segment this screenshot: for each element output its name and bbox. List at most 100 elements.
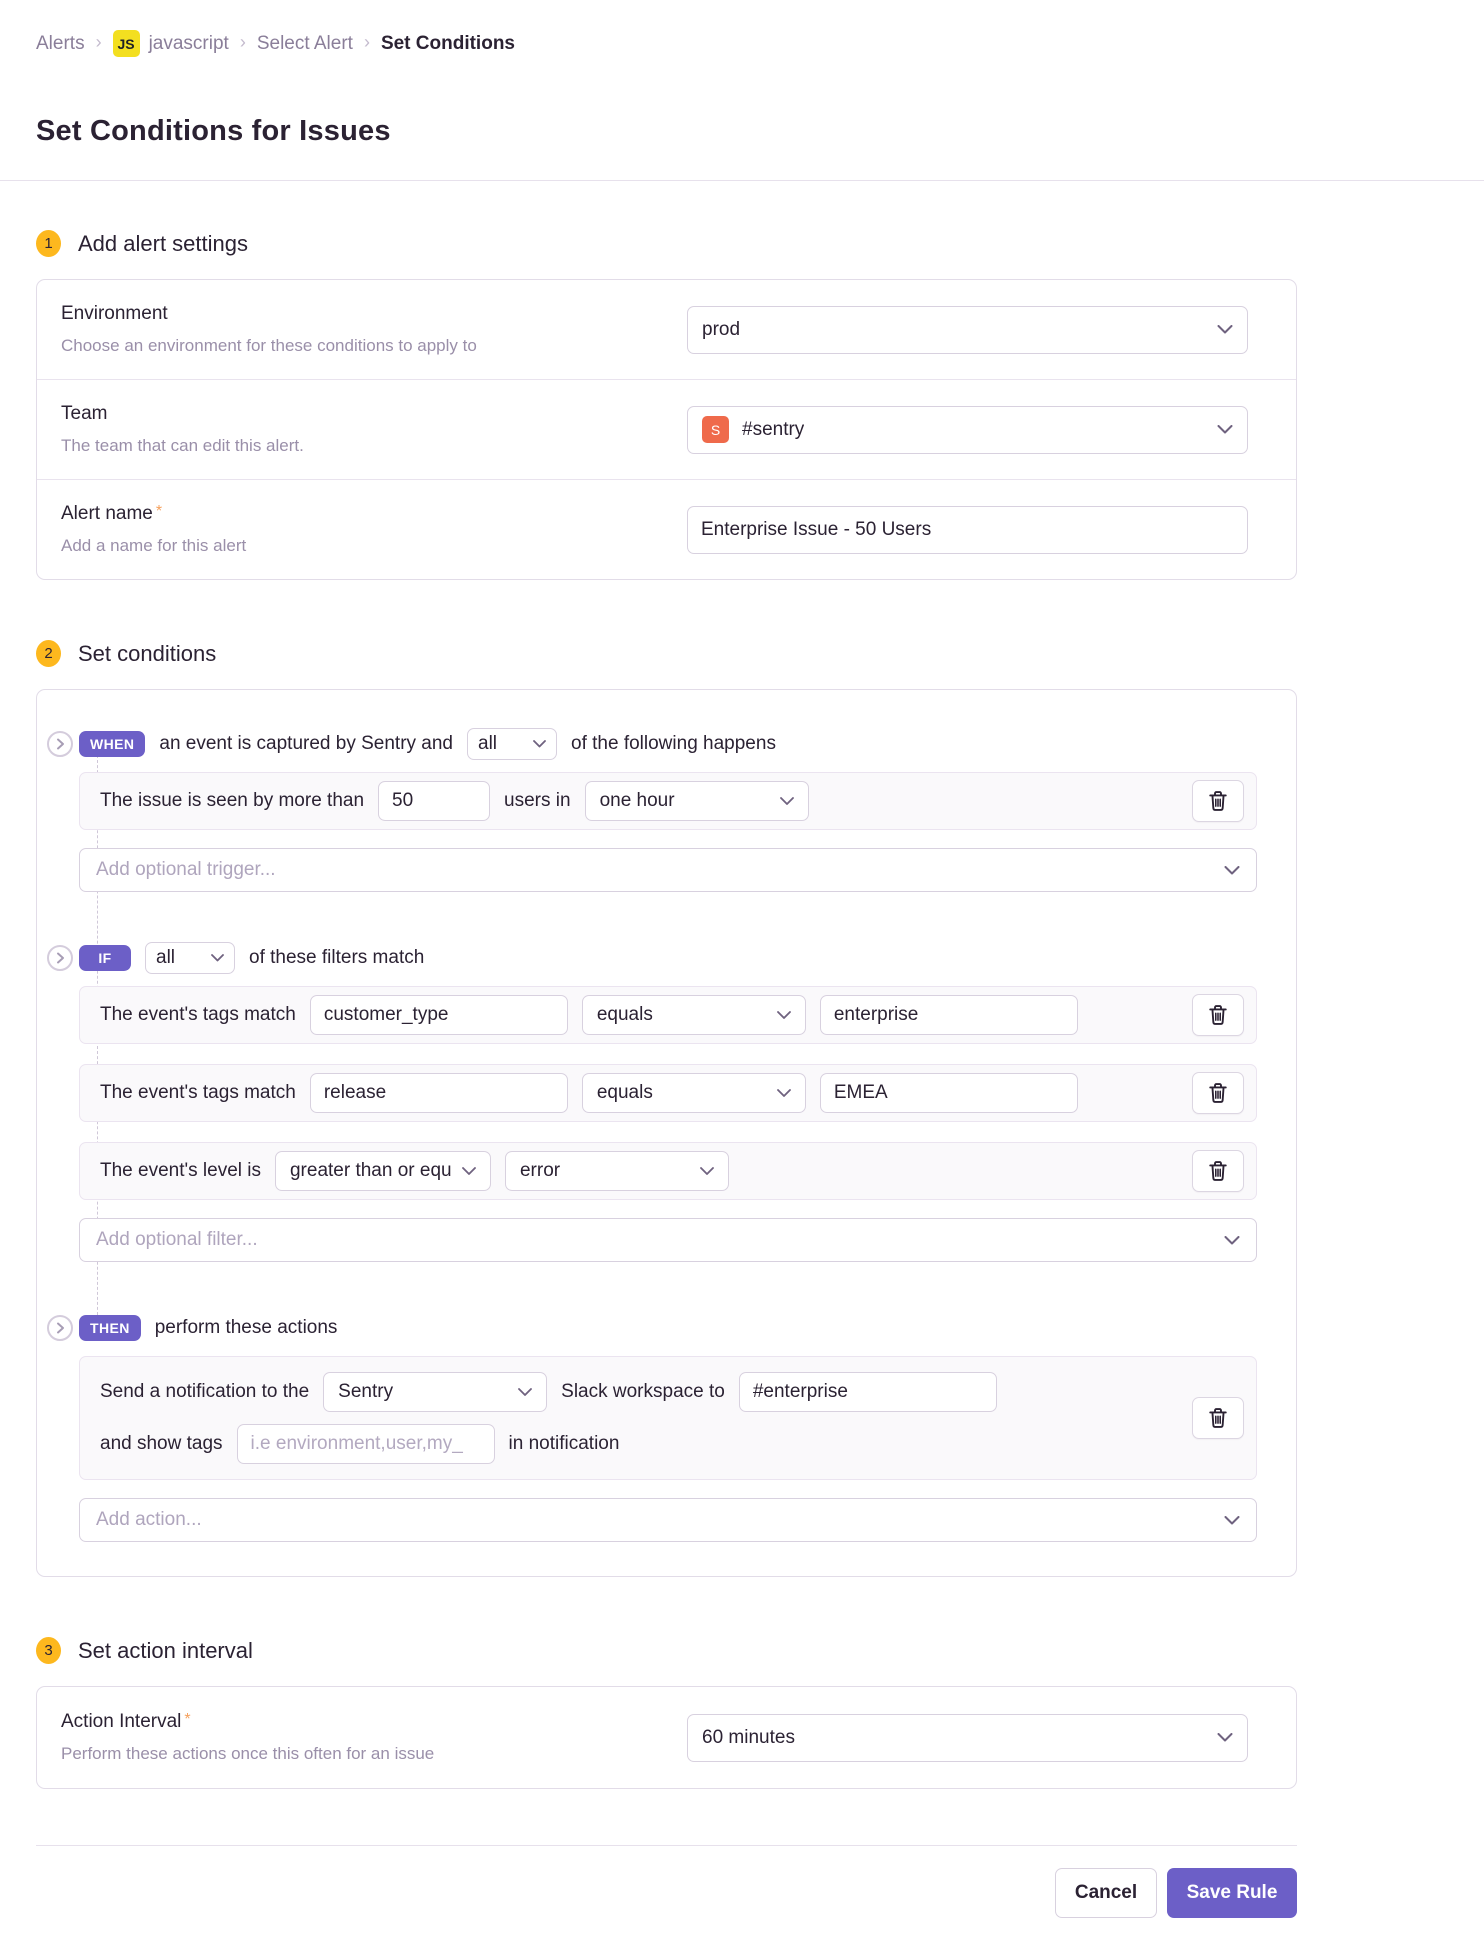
team-row: Team The team that can edit this alert. … [37,380,1296,480]
breadcrumb: Alerts › JS javascript › Select Alert › … [36,30,1484,57]
section-title: Add alert settings [78,231,248,257]
interval-select[interactable]: one hour [585,781,809,821]
filter-text: The event's level is [100,1160,261,1182]
when-match-select[interactable]: all [467,728,557,760]
interval-value: one hour [600,790,675,812]
add-trigger-placeholder: Add optional trigger... [96,859,276,881]
delete-filter-button[interactable] [1192,1072,1244,1114]
action-text: and show tags [100,1433,223,1455]
if-text-after: of these filters match [249,947,424,969]
cancel-button[interactable]: Cancel [1055,1868,1157,1918]
trash-icon [1209,1005,1227,1025]
chevron-down-icon [1217,325,1233,334]
breadcrumb-select-alert[interactable]: Select Alert [257,33,353,55]
level-value-select[interactable]: error [505,1151,729,1191]
breadcrumb-alerts[interactable]: Alerts [36,33,85,55]
action-row: Send a notification to the Sentry Slack … [79,1356,1257,1480]
operator-select[interactable]: equals [582,1073,806,1113]
filter-row: The event's tags match equals [79,1064,1257,1122]
action-interval-description: Perform these actions once this often fo… [61,1744,434,1764]
breadcrumb-project[interactable]: JS javascript [113,30,229,57]
chevron-down-icon [1224,866,1240,875]
alert-name-row: Alert name* Add a name for this alert [37,480,1296,579]
step-3-badge: 3 [36,1637,61,1664]
then-text-after: perform these actions [155,1317,338,1339]
then-header: THEN perform these actions [79,1312,1257,1344]
environment-select[interactable]: prod [687,306,1248,354]
operator-select[interactable]: equals [582,995,806,1035]
trash-icon [1209,1161,1227,1181]
action-text: Slack workspace to [561,1381,725,1403]
chevron-right-icon: › [240,32,246,53]
tag-key-input[interactable] [310,1073,568,1113]
chevron-down-icon [211,954,224,962]
when-header: WHEN an event is captured by Sentry and … [79,728,1257,760]
delete-filter-button[interactable] [1192,994,1244,1036]
add-trigger-select[interactable]: Add optional trigger... [79,848,1257,892]
action-text: in notification [509,1433,620,1455]
section-set-action-interval: 3 Set action interval [36,1637,1297,1664]
alert-name-input[interactable] [687,506,1248,554]
workspace-value: Sentry [338,1381,393,1403]
if-header: IF all of these filters match [79,942,1257,974]
then-section: THEN perform these actions Send a notifi… [79,1312,1257,1542]
level-operator-value: greater than or equ [290,1160,452,1182]
chevron-down-icon [700,1167,714,1175]
tags-input[interactable] [237,1424,495,1464]
level-operator-select[interactable]: greater than or equ [275,1151,491,1191]
rule-text: users in [504,790,571,812]
delete-filter-button[interactable] [1192,1150,1244,1192]
chevron-down-icon [1217,425,1233,434]
channel-input[interactable] [739,1372,997,1412]
add-action-select[interactable]: Add action... [79,1498,1257,1542]
main-content: 1 Add alert settings Environment Choose … [36,230,1297,1789]
if-badge: IF [79,945,131,971]
chevron-down-icon [518,1388,532,1396]
team-select-value: #sentry [742,419,804,441]
team-label: Team [61,403,304,425]
action-interval-select[interactable]: 60 minutes [687,1714,1248,1762]
environment-select-value: prod [702,319,740,341]
action-text: Send a notification to the [100,1381,309,1403]
filter-text: The event's tags match [100,1082,296,1104]
section-title: Set action interval [78,1638,253,1664]
delete-action-button[interactable] [1192,1397,1244,1439]
expand-chevron-icon[interactable] [47,731,73,757]
alert-name-label: Alert name* [61,503,246,525]
if-match-select[interactable]: all [145,942,235,974]
user-count-input[interactable] [378,781,490,821]
trash-icon [1209,1083,1227,1103]
filter-row: The event's tags match equals [79,986,1257,1044]
expand-chevron-icon[interactable] [47,945,73,971]
trash-icon [1209,791,1227,811]
environment-label: Environment [61,303,477,325]
alert-name-description: Add a name for this alert [61,536,246,556]
footer-actions: Cancel Save Rule [36,1846,1297,1960]
save-rule-button[interactable]: Save Rule [1167,1868,1297,1918]
tag-key-input[interactable] [310,995,568,1035]
header-divider [0,180,1484,181]
when-text-after: of the following happens [571,733,776,755]
chevron-right-icon: › [364,32,370,53]
chevron-down-icon [1224,1516,1240,1525]
breadcrumb-project-label: javascript [149,33,229,55]
chevron-down-icon [462,1167,476,1175]
filter-text: The event's tags match [100,1004,296,1026]
then-badge: THEN [79,1315,141,1341]
delete-trigger-button[interactable] [1192,780,1244,822]
workspace-select[interactable]: Sentry [323,1372,547,1412]
alert-settings-panel: Environment Choose an environment for th… [36,279,1297,580]
add-filter-select[interactable]: Add optional filter... [79,1218,1257,1262]
tag-value-input[interactable] [820,995,1078,1035]
team-select[interactable]: S #sentry [687,406,1248,454]
team-avatar: S [702,416,729,443]
expand-chevron-icon[interactable] [47,1315,73,1341]
action-interval-row: Action Interval* Perform these actions o… [37,1687,1296,1788]
tag-value-input[interactable] [820,1073,1078,1113]
when-rule-row: The issue is seen by more than users in … [79,772,1257,830]
conditions-panel: WHEN an event is captured by Sentry and … [36,689,1297,1577]
when-section: WHEN an event is captured by Sentry and … [79,728,1257,892]
chevron-down-icon [1217,1733,1233,1742]
chevron-down-icon [1224,1236,1240,1245]
chevron-down-icon [533,740,546,748]
